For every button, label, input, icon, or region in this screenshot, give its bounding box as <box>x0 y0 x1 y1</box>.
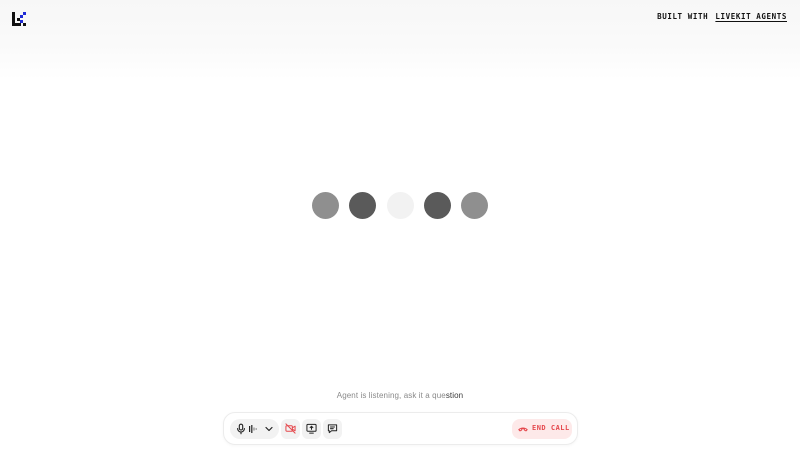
camera-toggle-button[interactable] <box>281 419 300 439</box>
visualizer-bar <box>312 192 339 219</box>
visualizer-bar <box>349 192 377 219</box>
end-call-label: END CALL <box>532 424 570 432</box>
agent-playground-page: BUILT WITH LIVEKIT AGENTS Agent is liste… <box>0 0 800 470</box>
visualizer-bar <box>423 192 451 219</box>
screen-share-button[interactable] <box>302 419 321 439</box>
control-bar: END CALL <box>223 412 578 445</box>
header: BUILT WITH LIVEKIT AGENTS <box>0 0 800 80</box>
end-call-button[interactable]: END CALL <box>512 419 572 439</box>
visualizer-bar <box>386 192 414 219</box>
chat-icon <box>327 424 338 434</box>
chat-toggle-button[interactable] <box>323 419 342 439</box>
microphone-control-group <box>230 419 279 439</box>
microphone-icon[interactable] <box>235 423 247 435</box>
livekit-agents-link[interactable]: LIVEKIT AGENTS <box>715 12 787 21</box>
status-text-highlight: stion <box>445 391 464 400</box>
screen-share-icon <box>306 423 317 434</box>
phone-hangup-icon <box>518 427 528 432</box>
built-with-banner: BUILT WITH LIVEKIT AGENTS <box>657 12 787 21</box>
agent-audio-visualizer <box>312 192 488 219</box>
audio-level-icon <box>249 425 257 433</box>
visualizer-bar <box>461 192 488 219</box>
built-with-prefix: BUILT WITH <box>657 12 709 21</box>
chevron-down-icon[interactable] <box>263 423 275 435</box>
status-text-main: Agent is listening, ask it a que <box>336 391 446 400</box>
livekit-logo-icon[interactable] <box>12 12 26 26</box>
camera-off-icon <box>285 423 296 434</box>
agent-status-text: Agent is listening, ask it a question <box>0 391 800 400</box>
